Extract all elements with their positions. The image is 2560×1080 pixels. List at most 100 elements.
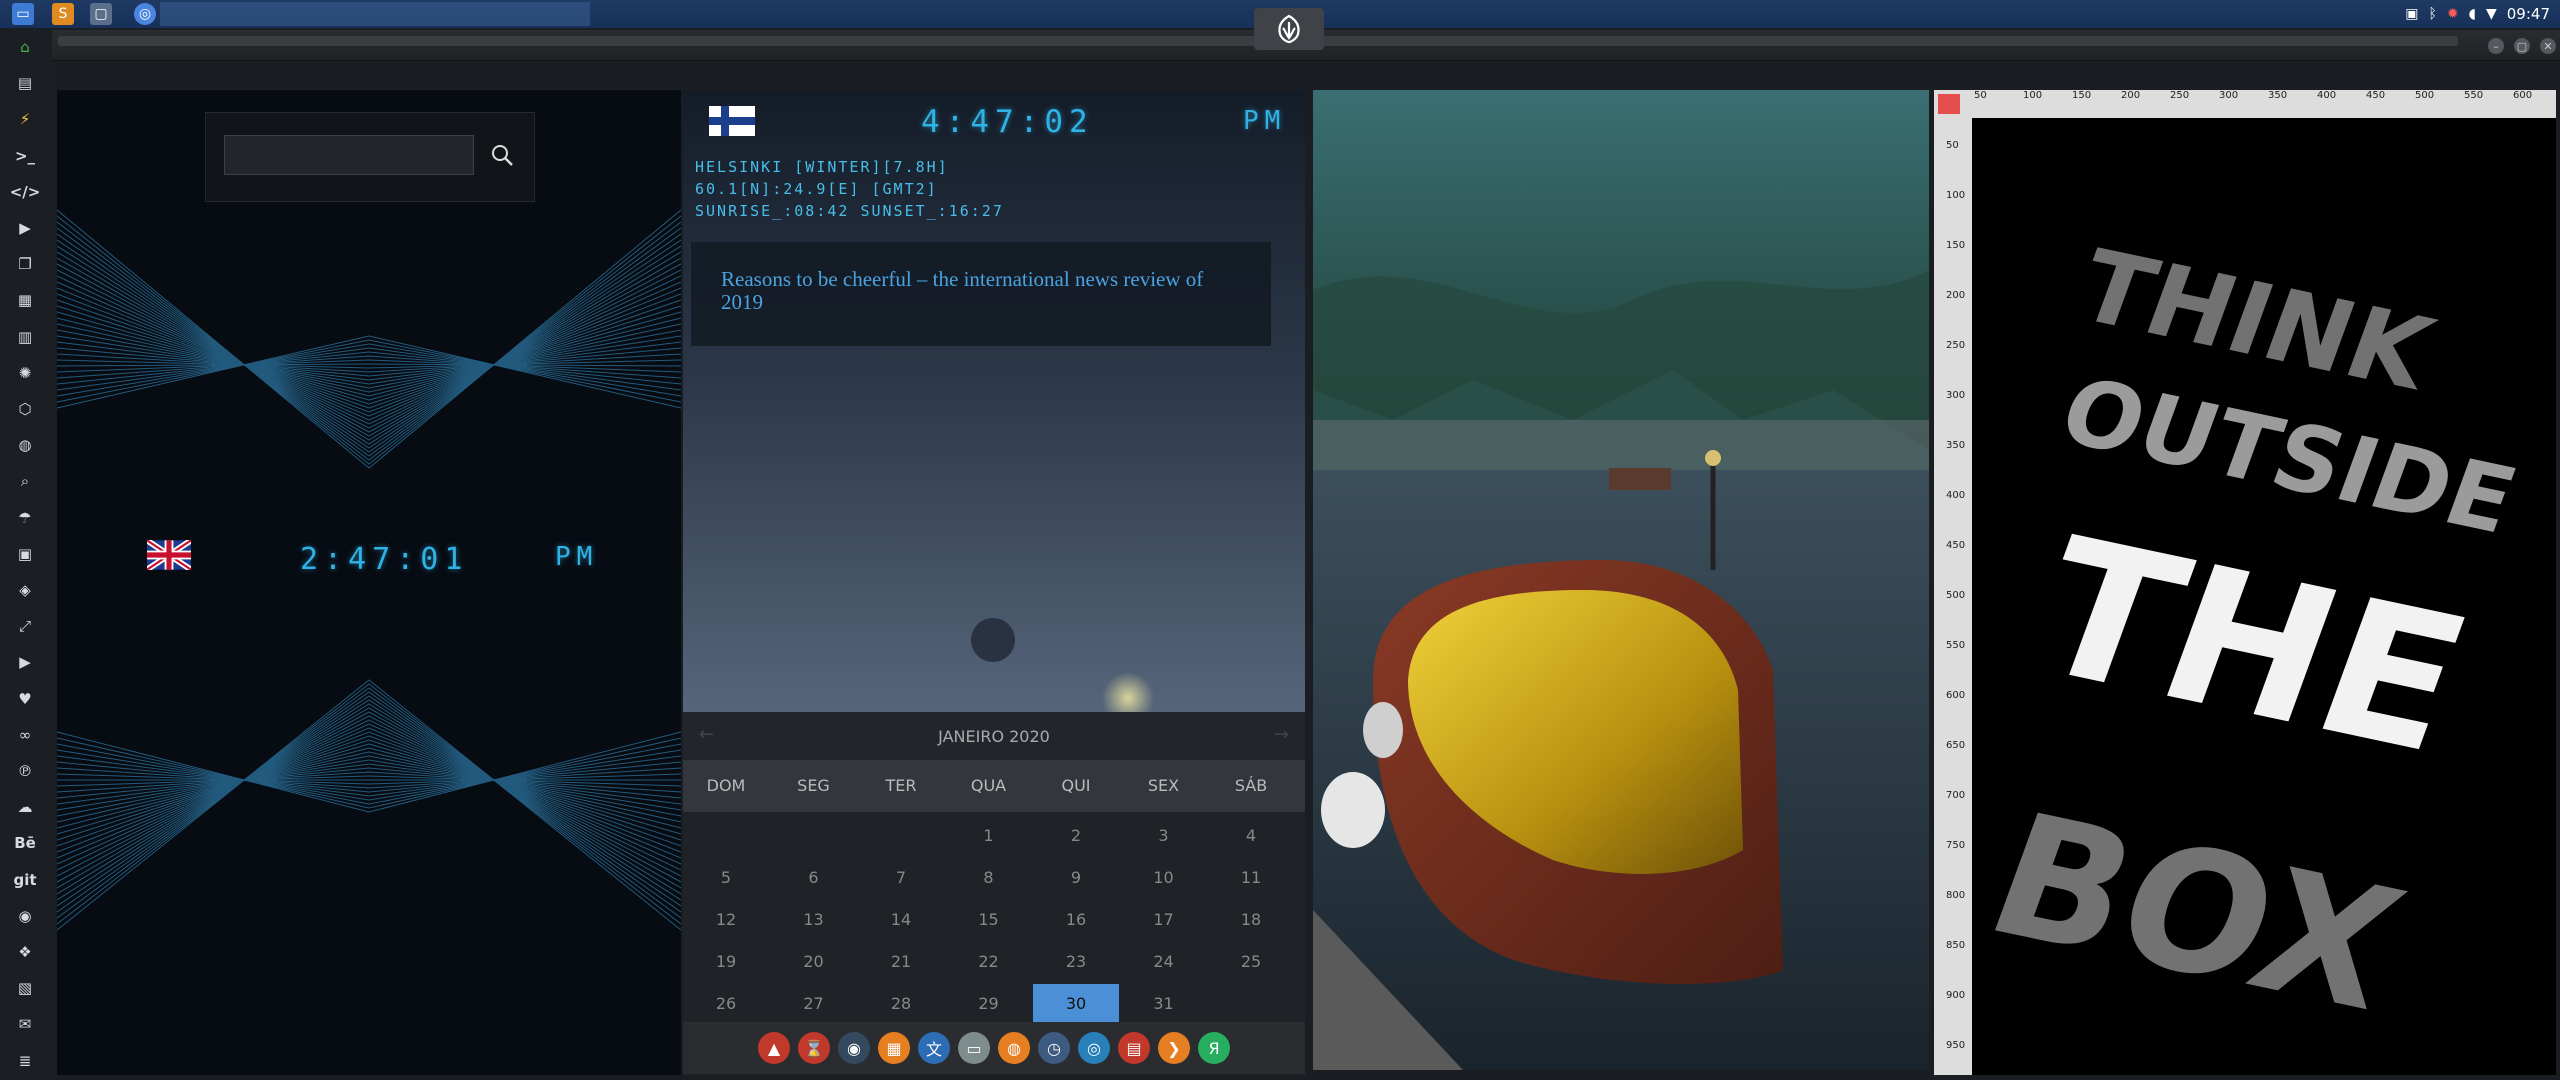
calendar-next-button[interactable]: → xyxy=(1274,724,1289,745)
pinterest-icon[interactable]: ℗ xyxy=(12,758,38,784)
image-viewer-icon[interactable]: ▦ xyxy=(878,1032,910,1064)
ruler-corner-icon[interactable] xyxy=(1938,94,1960,114)
boat-photo xyxy=(1313,90,1929,1070)
calendar-day[interactable]: 30 xyxy=(1033,984,1119,1022)
github-icon[interactable]: ◉ xyxy=(12,903,38,929)
chrome-icon[interactable]: ◎ xyxy=(134,3,156,25)
volume-icon[interactable]: ◖ xyxy=(2469,6,2476,22)
news-headline[interactable]: Reasons to be cheerful – the internation… xyxy=(721,268,1241,314)
timer-icon[interactable]: ⌛ xyxy=(798,1032,830,1064)
calendar-day[interactable]: 28 xyxy=(858,984,944,1022)
expand-icon[interactable]: ⤢ xyxy=(12,613,38,639)
calendar-day[interactable]: 13 xyxy=(771,900,857,938)
ruler-tick-label: 800 xyxy=(1946,890,1966,901)
search-tool-icon[interactable]: ◍ xyxy=(998,1032,1030,1064)
calendar-day[interactable]: 16 xyxy=(1033,900,1119,938)
calendar-day[interactable]: 18 xyxy=(1208,900,1294,938)
home-icon[interactable]: ⌂ xyxy=(12,34,38,60)
terminal-icon[interactable]: >_ xyxy=(12,143,38,169)
calendar-day[interactable]: 6 xyxy=(771,858,857,896)
calendar-day[interactable]: 3 xyxy=(1121,816,1207,854)
lightning-icon[interactable]: ⚡ xyxy=(12,106,38,132)
calendar-day[interactable]: 26 xyxy=(683,984,769,1022)
umbrella-icon[interactable]: ☂ xyxy=(12,505,38,531)
calendar-day[interactable]: 20 xyxy=(771,942,857,980)
helsinki-time: 4:47:02 xyxy=(921,104,1094,140)
image-icon[interactable]: ▦ xyxy=(12,287,38,313)
calendar-day[interactable]: 25 xyxy=(1208,942,1294,980)
calendar-day xyxy=(771,816,857,854)
news-card[interactable]: Reasons to be cheerful – the internation… xyxy=(691,242,1271,346)
aperture-icon[interactable]: ✺ xyxy=(12,360,38,386)
hexagon-icon[interactable]: ⬡ xyxy=(12,396,38,422)
sublime-icon[interactable]: S xyxy=(52,3,74,25)
wifi-icon[interactable]: ▼ xyxy=(2486,6,2497,22)
calendar-day[interactable]: 8 xyxy=(946,858,1032,896)
calendar-day[interactable]: 4 xyxy=(1208,816,1294,854)
heart-icon[interactable]: ♥ xyxy=(12,686,38,712)
line-art-stroke xyxy=(57,691,681,913)
calendar-day[interactable]: 23 xyxy=(1033,942,1119,980)
calendar-day[interactable]: 1 xyxy=(946,816,1032,854)
line-art-stroke xyxy=(57,227,681,457)
minimize-icon[interactable]: – xyxy=(2488,38,2504,54)
calendar-day[interactable]: 19 xyxy=(683,942,769,980)
planet-icon[interactable]: ◉ xyxy=(838,1032,870,1064)
calendar-day[interactable]: 12 xyxy=(683,900,769,938)
update-icon[interactable]: ✹ xyxy=(2447,6,2459,22)
ruler-tick-label: 350 xyxy=(1946,440,1966,451)
behance-icon[interactable]: Bē xyxy=(12,830,38,856)
maximize-icon[interactable]: ▢ xyxy=(2514,38,2530,54)
tag-icon[interactable]: ◈ xyxy=(12,577,38,603)
calendar-day[interactable]: 7 xyxy=(858,858,944,896)
blank-window-icon[interactable]: ▢ xyxy=(90,3,112,25)
calendar-day[interactable]: 21 xyxy=(858,942,944,980)
mail-icon[interactable]: ✉ xyxy=(12,1011,38,1037)
newspaper-icon[interactable]: ▥ xyxy=(12,324,38,350)
calendar-day[interactable]: 27 xyxy=(771,984,857,1022)
search-icon[interactable] xyxy=(482,135,522,175)
play-icon[interactable]: ▶ xyxy=(12,215,38,241)
calendar-day[interactable]: 5 xyxy=(683,858,769,896)
calendar-day[interactable]: 11 xyxy=(1208,858,1294,896)
calendar-day[interactable]: 31 xyxy=(1121,984,1207,1022)
calendar-day[interactable]: 17 xyxy=(1121,900,1207,938)
map-icon[interactable]: ▧ xyxy=(12,975,38,1001)
calendar-day[interactable]: 10 xyxy=(1121,858,1207,896)
calendar-icon[interactable]: ▤ xyxy=(1118,1032,1150,1064)
arrow-icon[interactable]: ❯ xyxy=(1158,1032,1190,1064)
globe-icon[interactable]: ◍ xyxy=(12,432,38,458)
calendar-prev-button[interactable]: ← xyxy=(699,724,714,745)
code-icon[interactable]: </> xyxy=(10,179,41,205)
translate-icon[interactable]: 文 xyxy=(918,1032,950,1064)
contacts-icon[interactable]: ▣ xyxy=(12,541,38,567)
calendar-day[interactable]: 24 xyxy=(1121,942,1207,980)
server-icon[interactable]: ≣ xyxy=(12,1048,38,1074)
files-icon[interactable]: ▭ xyxy=(12,3,34,25)
calendar-day[interactable]: 22 xyxy=(946,942,1032,980)
close-icon[interactable]: ✕ xyxy=(2540,38,2556,54)
vlc-icon[interactable]: ▲ xyxy=(758,1032,790,1064)
git-icon[interactable]: git xyxy=(12,867,38,893)
calendar-day[interactable]: 2 xyxy=(1033,816,1119,854)
calendar-day[interactable]: 14 xyxy=(858,900,944,938)
web-icon[interactable]: ◎ xyxy=(1078,1032,1110,1064)
cloud-icon[interactable]: ☁ xyxy=(12,794,38,820)
clock[interactable]: 09:47 xyxy=(2507,5,2550,23)
youtube-icon[interactable]: ▶ xyxy=(12,649,38,675)
clock-icon[interactable]: ◷ xyxy=(1038,1032,1070,1064)
calendar-day[interactable]: 15 xyxy=(946,900,1032,938)
bluetooth-icon[interactable]: ᛒ xyxy=(2428,6,2436,22)
search-icon[interactable]: ⌕ xyxy=(12,468,38,494)
search-input[interactable] xyxy=(224,135,474,175)
calendar-day[interactable]: 9 xyxy=(1033,858,1119,896)
cubes-icon[interactable]: ❖ xyxy=(12,939,38,965)
calendar-day[interactable]: 29 xyxy=(946,984,1032,1022)
yandex-icon[interactable]: Я xyxy=(1198,1032,1230,1064)
infinity-icon[interactable]: ∞ xyxy=(12,722,38,748)
image-icon[interactable]: ▣ xyxy=(2405,6,2418,22)
document-icon[interactable]: ▤ xyxy=(12,70,38,96)
task-strip[interactable] xyxy=(160,2,590,26)
presentation-icon[interactable]: ▭ xyxy=(958,1032,990,1064)
copy-icon[interactable]: ❐ xyxy=(12,251,38,277)
